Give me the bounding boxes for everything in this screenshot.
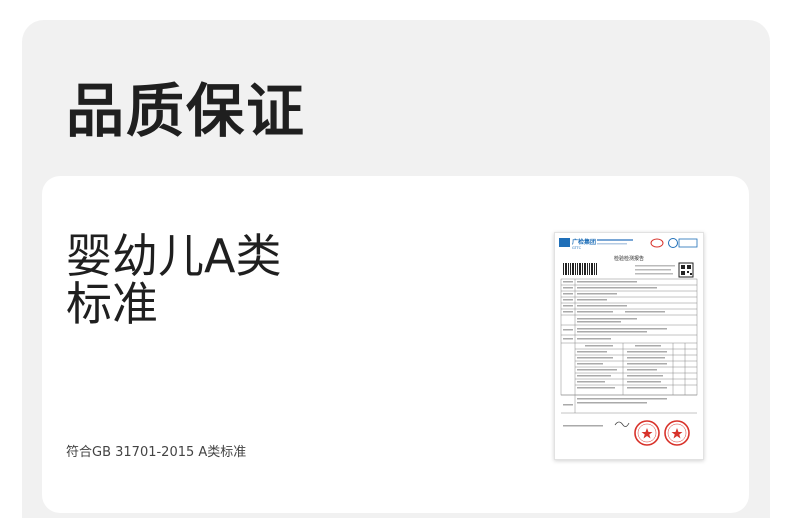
- test-report-image: 广检集团 GTTC 检验检测报告: [554, 232, 704, 460]
- report-brand: 广检集团: [572, 238, 596, 246]
- standard-heading: 婴幼儿A类标准: [66, 229, 282, 331]
- report-brand-sub: GTTC: [572, 246, 582, 250]
- report-doc-title: 检验检测报告: [614, 255, 644, 262]
- page-title: 品质保证: [66, 77, 307, 145]
- barcode-icon: [563, 263, 597, 275]
- certification-mark-icon: [650, 238, 698, 248]
- qr-code-icon: [678, 262, 694, 278]
- official-seal-icon: [634, 420, 690, 446]
- standard-note: 符合GB 31701-2015 A类标准: [66, 445, 247, 460]
- gttc-logo-icon: 广检集团 GTTC: [559, 238, 596, 250]
- signature-icon: [614, 421, 630, 427]
- certification-card: 婴幼儿A类标准 符合GB 31701-2015 A类标准 广检集团 GTTC 检…: [42, 176, 749, 513]
